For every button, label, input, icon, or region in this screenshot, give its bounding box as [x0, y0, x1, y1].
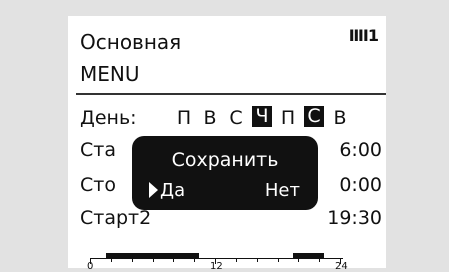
row-value-start1: 6:00 — [339, 139, 382, 161]
heater-indicator: ⅢI1 — [348, 26, 379, 45]
active-period — [105, 253, 200, 259]
timeline-tick — [215, 258, 216, 264]
day-4[interactable]: Ч — [252, 106, 272, 127]
timeline-tick — [256, 258, 258, 262]
menu-label: MENU — [80, 62, 140, 86]
day-3[interactable]: С — [226, 107, 246, 129]
selection-cursor-icon — [149, 182, 158, 198]
timeline-tick — [340, 258, 341, 264]
tick-label-24: 24 — [335, 261, 348, 272]
day-label: День: — [80, 107, 137, 129]
row-label-start1[interactable]: Ста — [80, 141, 116, 160]
row-label-stop1[interactable]: Сто — [80, 176, 116, 195]
timeline-tick — [277, 258, 279, 262]
day-2[interactable]: В — [200, 107, 220, 129]
tick-label-12: 12 — [210, 261, 223, 272]
timeline-tick — [235, 258, 237, 262]
row-label-start2[interactable]: Старт2 — [80, 209, 151, 228]
yes-button[interactable]: Да — [160, 180, 185, 201]
divider — [76, 93, 386, 95]
page-title: Основная — [80, 30, 182, 54]
timeline-bar: 0 12 24 — [87, 250, 348, 272]
save-dialog: Сохранить Да Нет — [132, 136, 318, 210]
day-7[interactable]: В — [330, 107, 350, 129]
dialog-title: Сохранить — [171, 149, 279, 171]
day-5[interactable]: П — [278, 107, 298, 129]
day-6[interactable]: С — [304, 106, 324, 127]
display-screen: Основная ⅢI1 MENU День: П В С Ч П С В Ст… — [68, 16, 386, 272]
timeline-tick — [90, 258, 91, 264]
active-period — [293, 253, 325, 259]
no-button[interactable]: Нет — [265, 180, 300, 201]
row-value-start2: 19:30 — [327, 207, 382, 229]
day-1[interactable]: П — [174, 107, 194, 129]
day-row: День: П В С Ч П С В — [80, 106, 386, 130]
row-value-stop1: 0:00 — [339, 174, 382, 196]
